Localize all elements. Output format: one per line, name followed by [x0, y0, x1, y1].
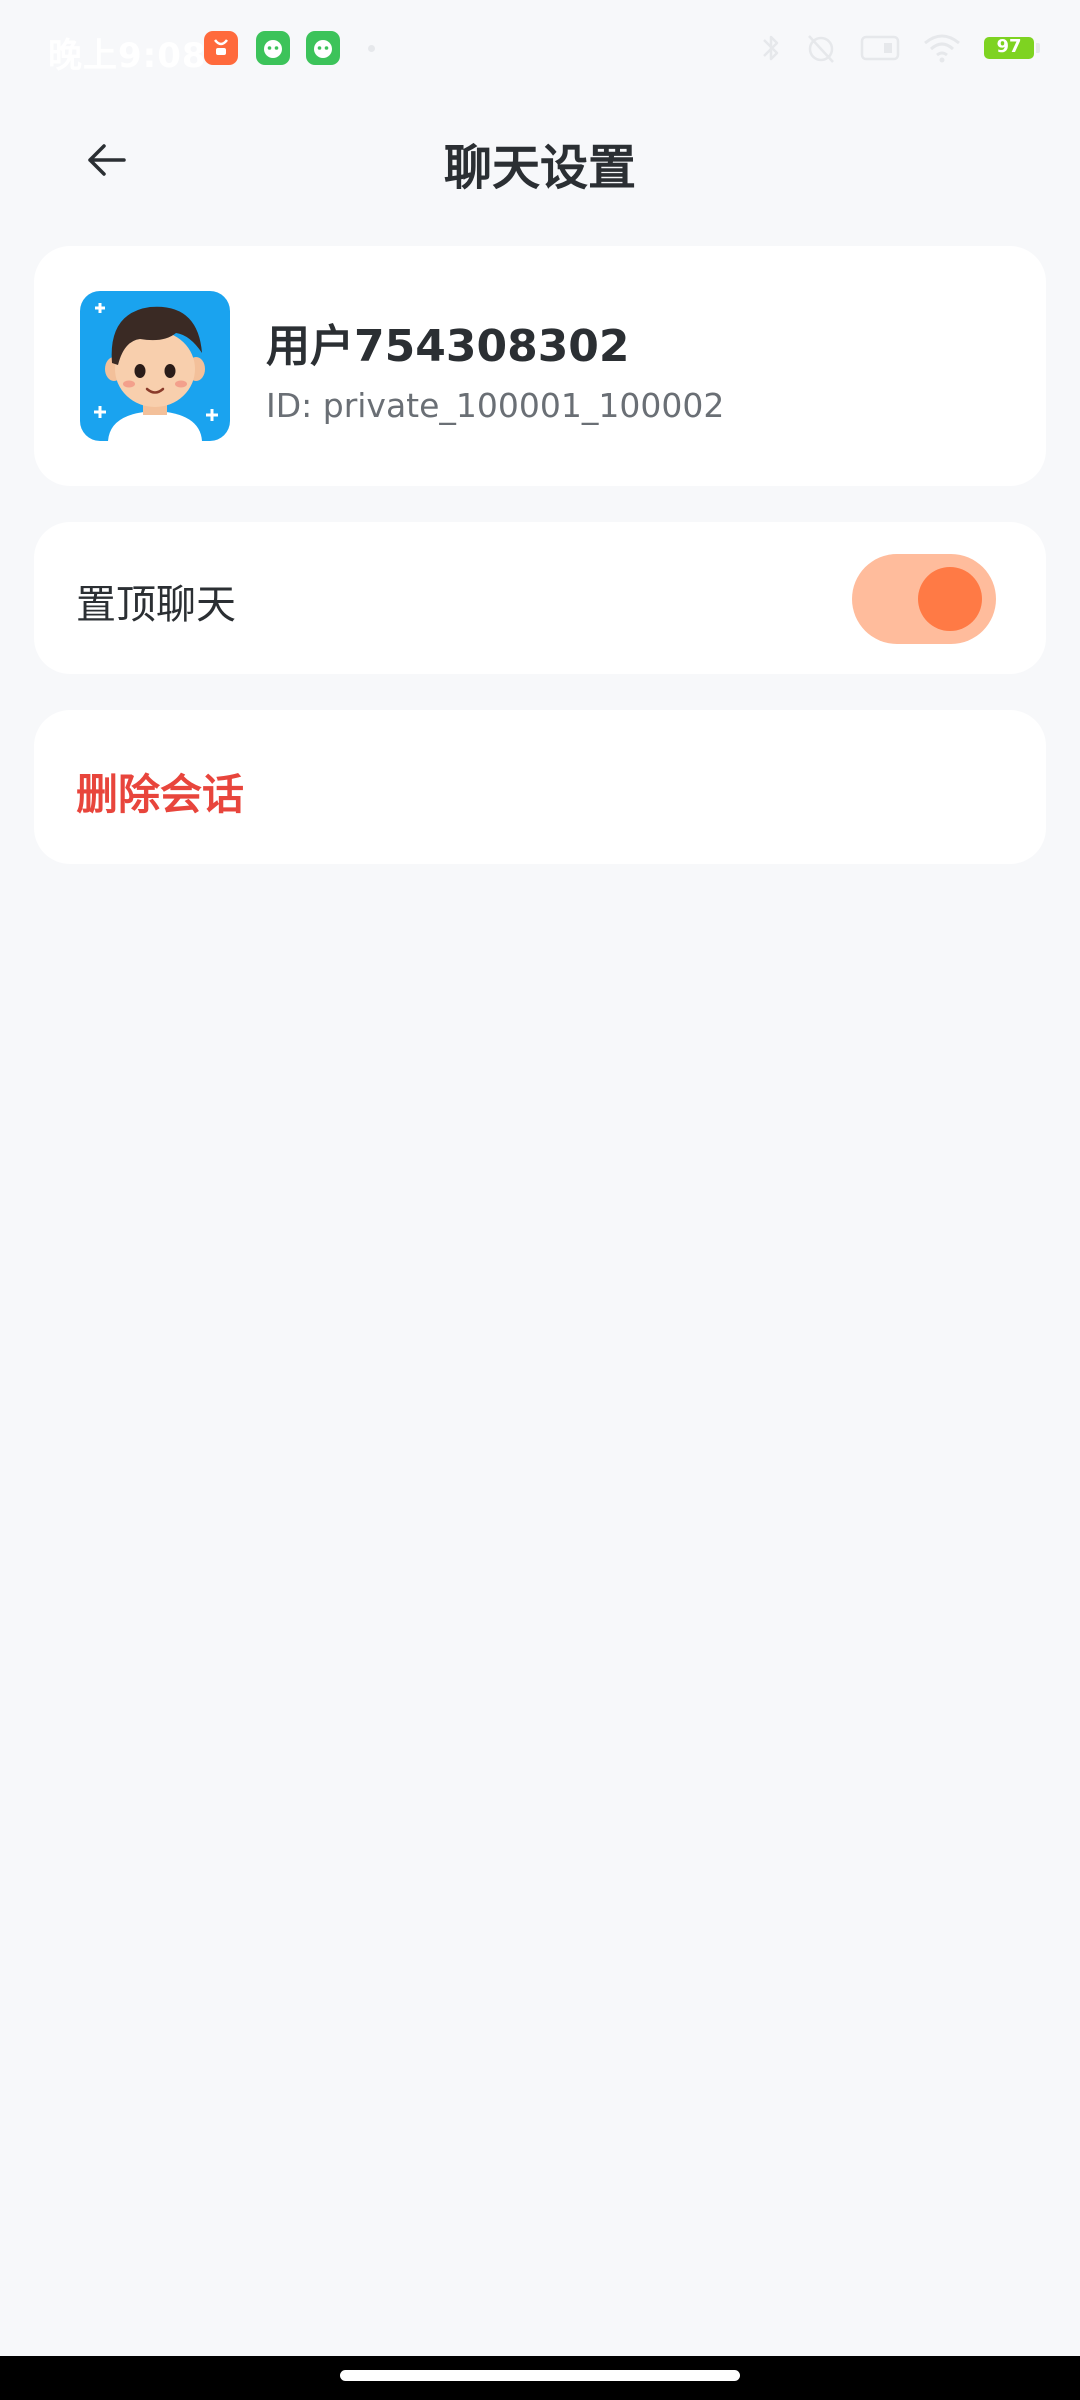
home-indicator[interactable]	[340, 2370, 740, 2381]
notification-dot	[368, 45, 375, 52]
status-icons: 97	[760, 28, 1040, 68]
battery-level: 97	[996, 36, 1022, 57]
status-time: 晚上9:08	[48, 36, 207, 76]
app-green-icon	[256, 31, 290, 65]
cartoon-boy-avatar	[80, 291, 230, 441]
pin-chat-label: 置顶聊天	[76, 582, 236, 628]
delete-conversation-label: 删除会话	[76, 770, 245, 819]
sim-icon	[860, 35, 900, 61]
avatar[interactable]	[80, 291, 230, 441]
page-title: 聊天设置	[443, 140, 636, 196]
pin-chat-toggle[interactable]	[852, 554, 996, 644]
user-id: ID: private_100001_100002	[266, 386, 725, 425]
wifi-icon	[924, 34, 960, 63]
user-name: 用户754308302	[266, 321, 630, 372]
status-bar: 晚上9:08 97	[0, 0, 1080, 96]
bluetooth-icon	[763, 35, 779, 61]
system-nav-bar	[0, 2356, 1080, 2400]
battery-icon: 97	[984, 36, 1034, 59]
toggle-knob	[918, 567, 982, 631]
alarm-off-icon	[808, 35, 834, 63]
delete-conversation-button[interactable]: 删除会话	[34, 710, 1046, 864]
pin-chat-row: 置顶聊天	[34, 522, 1046, 674]
battery-cap	[1036, 43, 1040, 53]
app-orange-icon	[204, 31, 238, 65]
profile-card[interactable]: 用户754308302 ID: private_100001_100002	[34, 246, 1046, 486]
app-green-icon	[306, 31, 340, 65]
